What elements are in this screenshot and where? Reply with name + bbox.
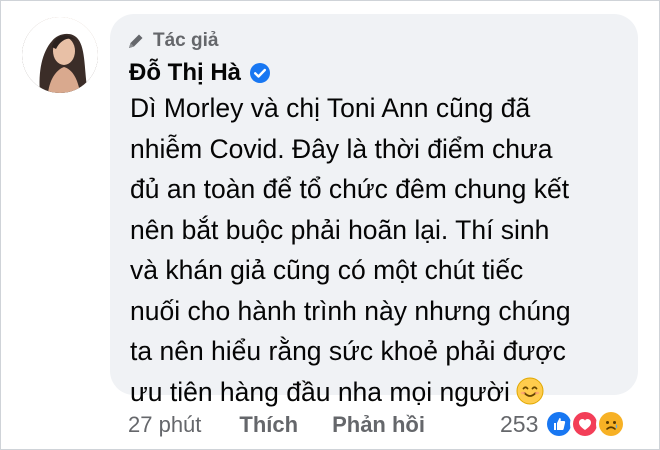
comment-text: Dì Morley và chị Toni Ann cũng đã nhiễm … xyxy=(130,88,630,412)
smiling-face-icon xyxy=(516,376,544,404)
comment-line: nên bắt buộc phải hoãn lại. Thí sinh xyxy=(130,214,550,245)
like-button[interactable]: Thích xyxy=(239,412,298,438)
comment-actions: 27 phút Thích Phản hồi xyxy=(128,408,459,442)
comment-timestamp[interactable]: 27 phút xyxy=(128,412,201,438)
author-badge: Tác giả xyxy=(127,28,218,54)
comment-line: ta nên hiểu rằng sức khoẻ phải được xyxy=(130,336,566,366)
avatar[interactable] xyxy=(22,17,98,93)
comment-line: nuối cho hành trình này nhưng chúng xyxy=(130,295,571,326)
author-name[interactable]: Đỗ Thị Hà xyxy=(129,59,241,87)
comment-line: Dì Morley và chị Toni Ann cũng đã xyxy=(130,93,531,123)
reaction-summary[interactable]: 253 xyxy=(500,406,627,442)
reaction-count: 253 xyxy=(500,410,539,437)
comment-line: và khán giả cũng có một chút tiếc xyxy=(130,255,524,285)
sad-icon xyxy=(596,409,627,439)
comment-line: nhiễm Covid. Đây là thời điểm chưa xyxy=(130,133,553,164)
comment-line: ưu tiên hàng đầu nha mọi người xyxy=(130,376,510,407)
author-row: Đỗ Thị Hà xyxy=(129,58,271,88)
reply-button[interactable]: Phản hồi xyxy=(332,412,425,438)
pencil-icon xyxy=(127,32,145,50)
comment-line: đủ an toàn để tổ chức đêm chung kết xyxy=(130,174,570,204)
verified-badge-icon xyxy=(249,62,271,84)
author-badge-label: Tác giả xyxy=(153,30,219,51)
